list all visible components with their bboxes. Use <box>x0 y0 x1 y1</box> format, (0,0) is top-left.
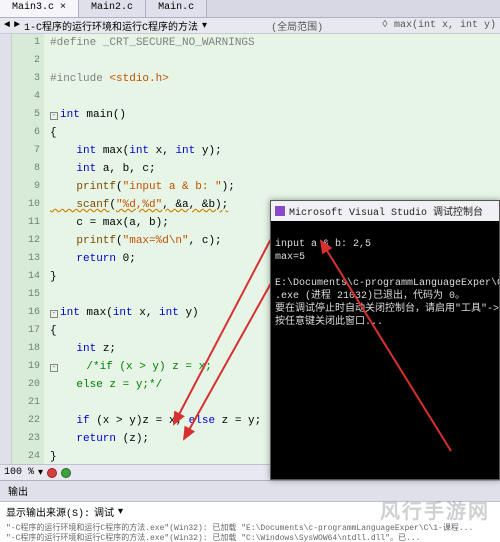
chevron-down-icon[interactable]: ▾ <box>38 467 43 479</box>
output-text: "-C程序的运行环境和运行C程序的方法.exe"(Win32): 已加载 "E:… <box>0 522 500 542</box>
fold-icon[interactable]: - <box>50 112 58 120</box>
file-tabs: Main3.c × Main2.c Main.c <box>0 0 500 18</box>
nav-toolbar: ◄ ► 1-C程序的运行环境和运行C程序的方法 ▾ (全局范围) ◊ max(i… <box>0 18 500 34</box>
tab-main3[interactable]: Main3.c × <box>0 0 79 17</box>
annotation-arrow-console <box>271 221 499 481</box>
error-indicator-icon[interactable] <box>47 468 57 478</box>
tab-main[interactable]: Main.c <box>146 0 207 17</box>
console-title-text: Microsoft Visual Studio 调试控制台 <box>289 203 483 219</box>
debug-console-window[interactable]: Microsoft Visual Studio 调试控制台 input a & … <box>270 200 500 480</box>
tab-main2[interactable]: Main2.c <box>79 0 146 17</box>
nav-fwd-icon[interactable]: ► <box>14 20 20 31</box>
chevron-down-icon[interactable]: ▾ <box>202 20 207 32</box>
chevron-down-icon[interactable]: ▾ <box>118 506 123 518</box>
console-output: input a & b: 2,5 max=5 E:\Documents\c-pr… <box>271 221 499 481</box>
ok-indicator-icon[interactable] <box>61 468 71 478</box>
function-dropdown[interactable]: ◊ max(int x, int y) <box>382 20 496 31</box>
project-dropdown[interactable]: 1-C程序的运行环境和运行C程序的方法 <box>24 18 198 34</box>
output-source-dropdown[interactable]: 调试 <box>94 504 114 520</box>
line-number-gutter: 123456789101112131415161718192021222324 <box>12 34 44 464</box>
zoom-level[interactable]: 100 % <box>4 467 34 478</box>
scope-dropdown[interactable]: (全局范围) <box>271 18 323 34</box>
console-titlebar[interactable]: Microsoft Visual Studio 调试控制台 <box>271 201 499 221</box>
fold-icon[interactable]: - <box>50 310 58 318</box>
output-tab[interactable]: 输出 <box>0 481 500 502</box>
output-panel: 输出 显示输出来源(S): 调试 ▾ "-C程序的运行环境和运行C程序的方法.e… <box>0 480 500 528</box>
vs-icon <box>275 206 285 216</box>
editor-margin <box>0 34 12 464</box>
output-source-label: 显示输出来源(S): <box>6 504 90 520</box>
fold-icon[interactable]: - <box>50 364 58 372</box>
close-icon[interactable]: × <box>60 2 66 13</box>
nav-back-icon[interactable]: ◄ <box>4 20 10 31</box>
